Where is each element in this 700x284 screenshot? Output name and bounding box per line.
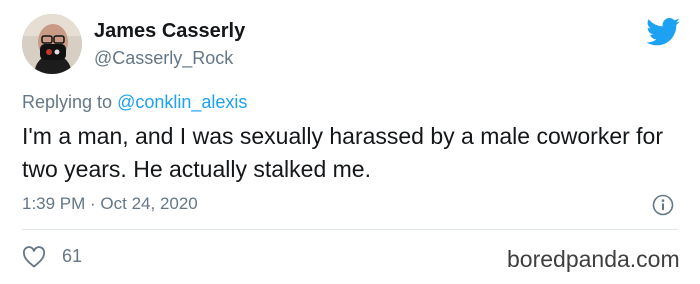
heart-icon xyxy=(22,246,46,268)
tweet-card: James Casserly @Casserly_Rock Replying t… xyxy=(0,0,700,284)
divider xyxy=(22,229,678,230)
tweet-timestamp[interactable]: 1:39 PM · Oct 24, 2020 xyxy=(22,194,198,214)
tweet-text: I'm a man, and I was sexually harassed b… xyxy=(22,123,664,182)
info-icon[interactable] xyxy=(652,194,674,216)
like-count: 61 xyxy=(62,246,83,266)
reply-context: Replying to @conklin_alexis xyxy=(22,92,247,113)
reply-mention-link[interactable]: @conklin_alexis xyxy=(117,92,247,112)
watermark: boredpanda.com xyxy=(507,246,680,272)
twitter-bird-icon[interactable] xyxy=(646,18,680,46)
author-handle[interactable]: @Casserly_Rock xyxy=(94,48,233,69)
author-name[interactable]: James Casserly xyxy=(94,20,245,43)
avatar[interactable] xyxy=(22,14,82,74)
reply-prefix: Replying to xyxy=(22,92,118,112)
